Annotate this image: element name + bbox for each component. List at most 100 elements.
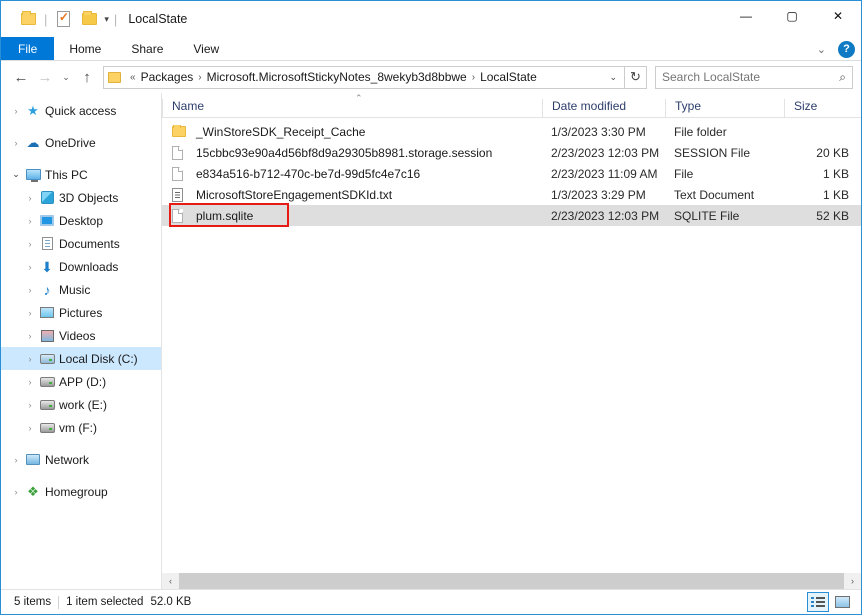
sidebar-item-label: vm (F:) (57, 421, 97, 435)
table-row[interactable]: MicrosoftStoreEngagementSDKId.txt 1/3/20… (162, 184, 861, 205)
sidebar-item-label: Documents (57, 237, 120, 251)
breadcrumb-separator-1: › (193, 72, 206, 83)
close-button[interactable]: ✕ (815, 1, 861, 31)
spacer (1, 439, 161, 448)
drive-icon (37, 400, 57, 410)
expander-icon[interactable]: › (9, 106, 23, 116)
file-name-cell[interactable]: _WinStoreSDK_Receipt_Cache (162, 125, 542, 139)
minimize-button[interactable]: — (723, 1, 769, 31)
file-name-label: MicrosoftStoreEngagementSDKId.txt (192, 188, 392, 202)
sidebar-item-documents[interactable]: › Documents (1, 232, 161, 255)
refresh-button[interactable]: ↻ (625, 66, 647, 89)
back-button[interactable]: ← (9, 65, 33, 89)
file-name-cell[interactable]: plum.sqlite (162, 209, 542, 223)
table-row[interactable]: _WinStoreSDK_Receipt_Cache 1/3/2023 3:30… (162, 121, 861, 142)
tab-home[interactable]: Home (54, 37, 116, 60)
downloads-icon: ⬇ (37, 260, 57, 274)
maximize-button[interactable]: ▢ (769, 1, 815, 31)
file-name-cell[interactable]: MicrosoftStoreEngagementSDKId.txt (162, 188, 542, 202)
expander-icon[interactable]: › (23, 377, 37, 387)
expander-icon[interactable]: › (23, 239, 37, 249)
item-count-label: 5 items (7, 596, 58, 608)
expander-icon[interactable]: › (23, 423, 37, 433)
large-icons-view-icon (835, 596, 850, 608)
sidebar-item-app-d[interactable]: › APP (D:) (1, 370, 161, 393)
scroll-left-button[interactable]: ‹ (162, 573, 179, 589)
sidebar-item-vm-f[interactable]: › vm (F:) (1, 416, 161, 439)
sidebar-item-pictures[interactable]: › Pictures (1, 301, 161, 324)
table-row[interactable]: 15cbbc93e90a4d56bf8d9a29305b8981.storage… (162, 142, 861, 163)
file-explorer-window: | ▾ | LocalState — ▢ ✕ File Home Share V… (0, 0, 862, 615)
expander-icon[interactable]: › (23, 285, 37, 295)
sidebar-item-homegroup[interactable]: › ❖ Homegroup (1, 480, 161, 503)
folder-icon[interactable] (15, 6, 41, 32)
file-name-cell[interactable]: 15cbbc93e90a4d56bf8d9a29305b8981.storage… (162, 146, 542, 160)
sidebar-item-local-disk-c[interactable]: › Local Disk (C:) (1, 347, 161, 370)
file-date-cell: 2/23/2023 12:03 PM (542, 146, 665, 160)
up-button[interactable]: ↑ (75, 65, 99, 89)
folder-icon (172, 126, 192, 137)
sidebar-item-downloads[interactable]: › ⬇ Downloads (1, 255, 161, 278)
sidebar-item-label: Desktop (57, 214, 103, 228)
expander-icon[interactable]: › (23, 331, 37, 341)
breadcrumb-item-packages[interactable]: Packages (141, 70, 194, 84)
forward-button[interactable]: → (33, 65, 57, 89)
column-header-size[interactable]: Size (784, 99, 859, 117)
file-icon (172, 146, 192, 160)
expander-icon[interactable]: › (23, 400, 37, 410)
expander-icon[interactable]: › (23, 262, 37, 272)
sidebar-item-label: Videos (57, 329, 95, 343)
expander-icon[interactable]: › (9, 138, 23, 148)
tab-share[interactable]: Share (116, 37, 178, 60)
column-header-type[interactable]: Type (665, 99, 784, 117)
table-row[interactable]: e834a516-b712-470c-be7d-99d5fc4e7c16 2/2… (162, 163, 861, 184)
breadcrumb-item-localstate[interactable]: LocalState (480, 70, 537, 84)
file-name-cell[interactable]: e834a516-b712-470c-be7d-99d5fc4e7c16 (162, 167, 542, 181)
expander-icon[interactable]: › (23, 193, 37, 203)
customize-caret-icon[interactable]: ▾ (102, 14, 111, 25)
expander-icon[interactable]: › (9, 455, 23, 465)
table-row[interactable]: plum.sqlite 2/23/2023 12:03 PM SQLITE Fi… (162, 205, 861, 226)
tab-view[interactable]: View (178, 37, 234, 60)
horizontal-scrollbar[interactable]: ‹ › (162, 572, 861, 589)
chevron-down-icon[interactable]: ⌄ (813, 43, 830, 56)
properties-icon[interactable] (50, 6, 76, 32)
column-header-name[interactable]: Name (162, 99, 542, 117)
sidebar-item-desktop[interactable]: › Desktop (1, 209, 161, 232)
sidebar-item-label: Pictures (57, 306, 102, 320)
tab-file[interactable]: File (1, 37, 54, 60)
scroll-right-button[interactable]: › (844, 573, 861, 589)
sidebar-item-onedrive[interactable]: › ☁ OneDrive (1, 131, 161, 154)
scrollbar-track[interactable] (179, 573, 844, 589)
sidebar-item-quick-access[interactable]: › ★ Quick access (1, 99, 161, 122)
column-header-date-modified[interactable]: Date modified (542, 99, 665, 117)
sidebar-item-network[interactable]: › Network (1, 448, 161, 471)
breadcrumb-overflow-icon[interactable]: « (125, 72, 141, 83)
search-input[interactable] (662, 70, 839, 84)
large-icons-view-button[interactable] (831, 592, 853, 612)
file-name-label: e834a516-b712-470c-be7d-99d5fc4e7c16 (192, 167, 420, 181)
sidebar-item-work-e[interactable]: › work (E:) (1, 393, 161, 416)
recent-locations-icon[interactable]: ⌄ (57, 65, 75, 89)
expander-icon[interactable]: › (23, 308, 37, 318)
sidebar-item-this-pc[interactable]: ⌄ This PC (1, 163, 161, 186)
scrollbar-thumb[interactable] (179, 573, 844, 589)
new-folder-icon[interactable] (76, 6, 102, 32)
breadcrumb[interactable]: « Packages › Microsoft.MicrosoftStickyNo… (103, 66, 625, 89)
expander-icon[interactable]: › (23, 354, 37, 364)
window-controls: — ▢ ✕ (723, 1, 861, 31)
expander-icon[interactable]: ⌄ (9, 169, 23, 180)
help-icon[interactable]: ? (838, 41, 855, 58)
file-icon (172, 209, 192, 223)
expander-icon[interactable]: › (9, 487, 23, 497)
sidebar-item-music[interactable]: › ♪ Music (1, 278, 161, 301)
address-dropdown-icon[interactable]: ⌄ (604, 72, 622, 83)
sidebar-item-label: OneDrive (43, 136, 96, 150)
column-headers: ⌃ Name Date modified Type Size (162, 93, 861, 118)
expander-icon[interactable]: › (23, 216, 37, 226)
details-view-button[interactable] (807, 592, 829, 612)
sidebar-item-videos[interactable]: › Videos (1, 324, 161, 347)
sidebar-item-3d-objects[interactable]: › 3D Objects (1, 186, 161, 209)
search-box[interactable]: ⌕ (655, 66, 853, 89)
breadcrumb-item-package[interactable]: Microsoft.MicrosoftStickyNotes_8wekyb3d8… (207, 70, 467, 84)
